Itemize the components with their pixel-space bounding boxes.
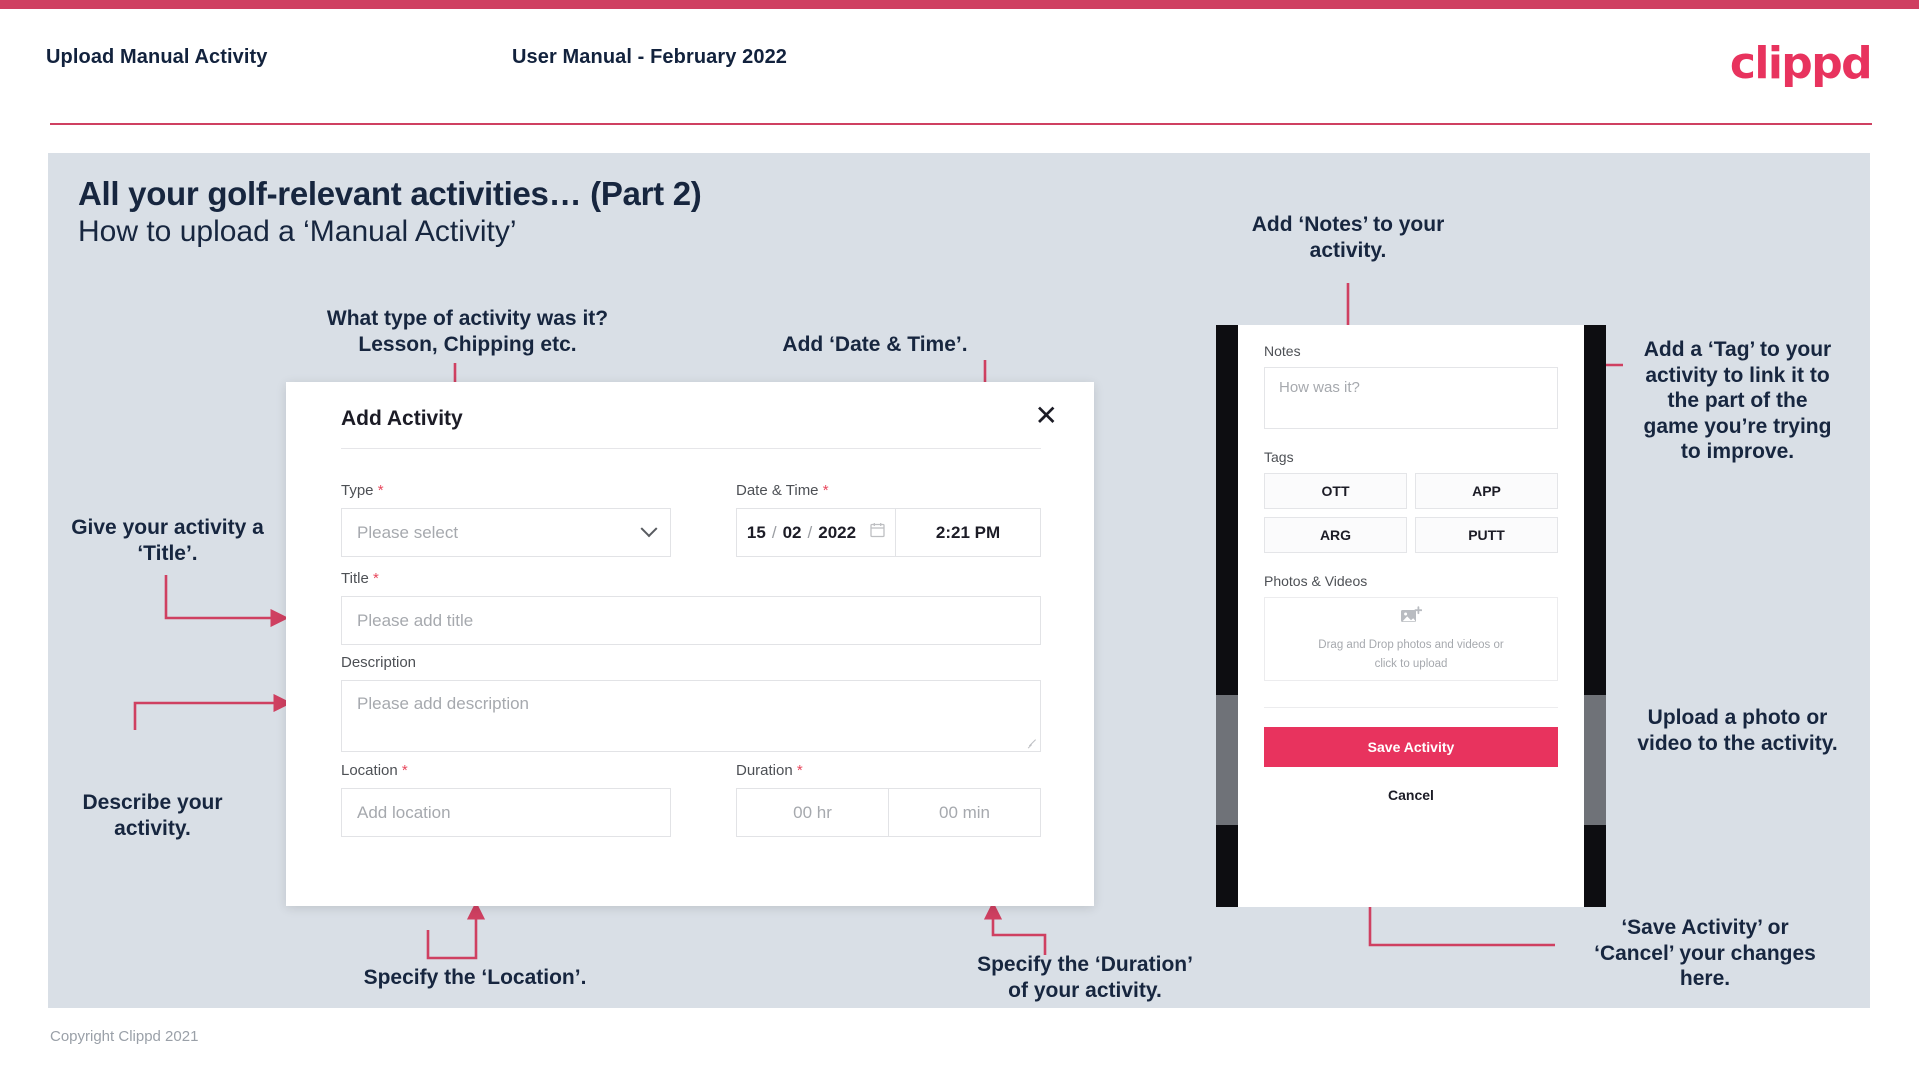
date-sep-2: /	[807, 522, 813, 542]
clippd-logo: clippd	[1729, 38, 1873, 89]
dropzone-line-2: click to upload	[1374, 657, 1448, 670]
required-asterisk: *	[401, 762, 408, 779]
phone-screen: Notes How was it? Tags OTT APP ARG PUTT …	[1238, 325, 1584, 907]
field-type-label-text: Type	[341, 482, 374, 499]
title-input[interactable]: Please add title	[341, 596, 1041, 645]
field-location: Location * Add location	[341, 762, 671, 837]
required-asterisk: *	[372, 570, 379, 587]
slide-root: Upload Manual Activity User Manual - Feb…	[0, 0, 1919, 1079]
location-input[interactable]: Add location	[341, 788, 671, 837]
field-duration-label-text: Duration	[736, 762, 793, 779]
top-accent-bar	[0, 0, 1919, 9]
required-asterisk: *	[796, 762, 803, 779]
date-sep-1: /	[771, 522, 777, 542]
modal-row-title: Title * Please add title	[341, 570, 1041, 645]
notes-textarea[interactable]: How was it?	[1264, 367, 1558, 429]
tag-button-app[interactable]: APP	[1415, 473, 1558, 509]
field-duration-label: Duration *	[736, 762, 1041, 779]
annotation-save-cancel: ‘Save Activity’ or ‘Cancel’ your changes…	[1594, 916, 1816, 991]
cancel-button[interactable]: Cancel	[1264, 787, 1558, 803]
date-input[interactable]: 15 / 02 / 2022	[736, 508, 895, 557]
type-select-placeholder: Please select	[357, 522, 459, 542]
page-title: Upload Manual Activity	[46, 46, 268, 68]
type-select[interactable]: Please select	[341, 508, 671, 557]
chevron-down-icon	[640, 519, 658, 537]
annotation-type: What type of activity was it? Lesson, Ch…	[326, 307, 609, 356]
tags-section: Tags OTT APP ARG PUTT	[1264, 449, 1558, 553]
field-title-label-text: Title	[341, 570, 369, 587]
copyright-text: Copyright Clippd 2021	[50, 1028, 199, 1045]
field-description-label-text: Description	[341, 654, 417, 671]
add-image-icon	[1400, 606, 1423, 631]
date-year: 2022	[818, 522, 857, 542]
tag-button-arg[interactable]: ARG	[1264, 517, 1407, 553]
field-date-time-label: Date & Time *	[736, 482, 1041, 499]
phone-divider	[1264, 707, 1558, 708]
media-section: Photos & Videos Drag and Drop photos and…	[1264, 573, 1558, 681]
duration-minutes-input[interactable]: 00 min	[888, 788, 1041, 837]
field-type: Type * Please select	[341, 482, 671, 557]
duration-hours-input[interactable]: 00 hr	[736, 788, 888, 837]
field-type-label: Type *	[341, 482, 671, 499]
description-placeholder: Please add description	[357, 694, 530, 713]
notes-label: Notes	[1264, 343, 1301, 359]
date-time-group: 15 / 02 / 2022 2:21 PM	[736, 508, 1041, 557]
header-divider	[50, 123, 1872, 125]
field-date-time: Date & Time * 15 / 02 / 2022 2:21 PM	[736, 482, 1041, 557]
field-location-label-text: Location	[341, 762, 398, 779]
phone-mockup: Notes How was it? Tags OTT APP ARG PUTT …	[1216, 325, 1606, 907]
annotation-upload: Upload a photo or video to the activity.	[1637, 706, 1838, 755]
annotation-notes: Add ‘Notes’ to your activity.	[1251, 213, 1445, 262]
annotation-description: Describe your activity.	[82, 791, 223, 840]
resize-handle-icon[interactable]	[1027, 739, 1037, 749]
modal-title: Add Activity	[341, 407, 463, 430]
field-description-label: Description	[341, 654, 1041, 671]
date-day: 15	[746, 522, 766, 542]
field-duration: Duration * 00 hr 00 min	[736, 762, 1041, 837]
duration-group: 00 hr 00 min	[736, 788, 1041, 837]
required-asterisk: *	[822, 482, 829, 499]
slide-heading: All your golf-relevant activities… (Part…	[78, 175, 702, 212]
phone-bezel-left-accent	[1216, 695, 1238, 825]
modal-header: Add Activity ✕	[286, 382, 1094, 448]
media-label: Photos & Videos	[1264, 573, 1368, 589]
date-month: 02	[782, 522, 802, 542]
location-input-placeholder: Add location	[357, 802, 451, 822]
add-activity-modal: Add Activity ✕ Type * Please select Date…	[286, 382, 1094, 906]
tag-button-putt[interactable]: PUTT	[1415, 517, 1558, 553]
annotation-title: Give your activity a ‘Title’.	[71, 516, 264, 565]
title-input-placeholder: Please add title	[357, 610, 474, 630]
modal-divider	[341, 448, 1041, 449]
annotation-date-time: Add ‘Date & Time’.	[782, 333, 968, 356]
annotation-location: Specify the ‘Location’.	[363, 966, 587, 989]
dropzone-line-1: Drag and Drop photos and videos or	[1318, 638, 1504, 651]
phone-bezel-right-accent	[1584, 695, 1606, 825]
description-textarea[interactable]: Please add description	[341, 680, 1041, 752]
notes-placeholder: How was it?	[1279, 379, 1360, 396]
annotation-tags: Add a ‘Tag’ to your activity to link it …	[1643, 338, 1832, 464]
media-dropzone[interactable]: Drag and Drop photos and videos or click…	[1264, 597, 1558, 681]
tag-button-ott[interactable]: OTT	[1264, 473, 1407, 509]
annotation-duration: Specify the ‘Duration’ of your activity.	[977, 953, 1193, 1002]
field-location-label: Location *	[341, 762, 671, 779]
field-title-label: Title *	[341, 570, 1041, 587]
time-value: 2:21 PM	[935, 522, 1001, 542]
header-subtitle: User Manual - February 2022	[512, 46, 788, 68]
calendar-icon[interactable]	[870, 522, 885, 543]
close-icon[interactable]: ✕	[1035, 402, 1058, 430]
tags-label: Tags	[1264, 449, 1294, 465]
field-date-time-label-text: Date & Time	[736, 482, 819, 499]
tags-grid: OTT APP ARG PUTT	[1264, 473, 1558, 553]
slide-subheading: How to upload a ‘Manual Activity’	[78, 215, 517, 248]
save-activity-button[interactable]: Save Activity	[1264, 727, 1558, 767]
time-input[interactable]: 2:21 PM	[895, 508, 1041, 557]
notes-section: Notes How was it?	[1264, 343, 1558, 429]
required-asterisk: *	[377, 482, 384, 499]
modal-row-description: Description Please add description	[341, 654, 1041, 752]
